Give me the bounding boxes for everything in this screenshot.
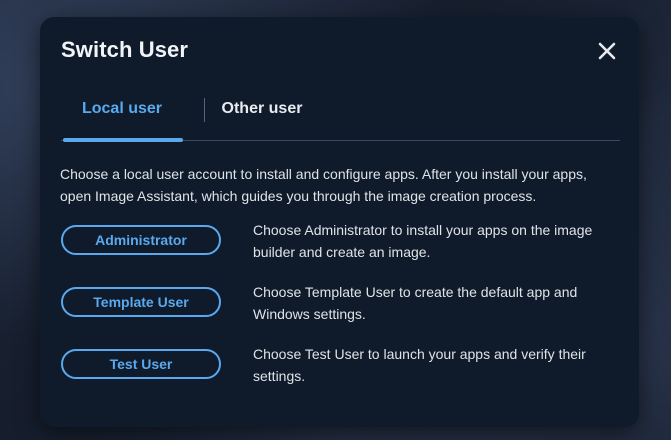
dialog-title: Switch User — [61, 37, 189, 62]
user-tabs: Local user Other user — [61, 94, 620, 142]
template-user-description: Choose Template User to create the defau… — [253, 284, 578, 322]
administrator-description: Choose Administrator to install your app… — [253, 222, 593, 260]
switch-user-dialog: Switch User Local user Other user Choose… — [40, 17, 639, 427]
test-user-button[interactable]: Test User — [61, 349, 221, 379]
template-user-button[interactable]: Template User — [61, 287, 221, 317]
tab-local-user[interactable]: Local user — [61, 94, 183, 142]
local-user-description: Choose a local user account to install a… — [60, 166, 587, 204]
tab-other-user[interactable]: Other user — [207, 94, 317, 140]
administrator-button[interactable]: Administrator — [61, 225, 221, 255]
test-user-description: Choose Test User to launch your apps and… — [253, 346, 586, 384]
tab-divider — [204, 98, 205, 122]
close-icon[interactable] — [595, 39, 619, 63]
